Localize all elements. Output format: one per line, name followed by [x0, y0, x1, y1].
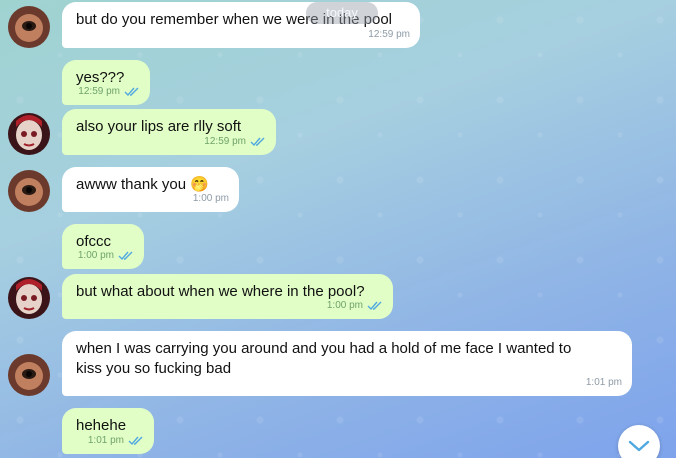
contact-avatar[interactable]	[8, 170, 50, 212]
incoming-message[interactable]: awww thank you 🤭 1:00 pm	[62, 167, 239, 212]
message-list[interactable]: but do you remember when we were in the …	[0, 0, 676, 458]
chevron-down-icon	[628, 440, 650, 452]
double-check-icon	[128, 436, 143, 446]
double-check-icon	[124, 87, 139, 97]
contact-avatar[interactable]	[8, 6, 50, 48]
incoming-message[interactable]: when I was carrying you around and you h…	[62, 331, 632, 396]
outgoing-message[interactable]: ofccc 1:00 pm	[62, 224, 144, 269]
message-time: 12:59 pm	[368, 29, 410, 40]
contact-avatar[interactable]	[8, 354, 50, 396]
outgoing-message[interactable]: but what about when we where in the pool…	[62, 274, 393, 319]
message-time: 1:01 pm	[87, 435, 124, 446]
date-pill: today	[306, 2, 378, 24]
message-time: 12:59 pm	[78, 86, 120, 97]
outgoing-message[interactable]: yes??? 12:59 pm	[62, 60, 150, 105]
user-avatar[interactable]	[8, 113, 50, 155]
message-time: 12:59 pm	[204, 136, 246, 147]
message-time: 1:00 pm	[192, 193, 229, 204]
double-check-icon	[118, 251, 133, 261]
outgoing-message[interactable]: also your lips are rlly soft 12:59 pm	[62, 109, 276, 155]
message-text: but what about when we where in the pool…	[76, 283, 365, 300]
message-text: awww thank you 🤭	[76, 176, 209, 193]
double-check-icon	[250, 137, 265, 147]
message-time: 1:00 pm	[326, 300, 363, 311]
message-text: when I was carrying you around and you h…	[76, 340, 572, 377]
user-avatar[interactable]	[8, 277, 50, 319]
double-check-icon	[367, 301, 382, 311]
message-time: 1:00 pm	[77, 250, 114, 261]
outgoing-message[interactable]: hehehe 1:01 pm	[62, 408, 154, 454]
message-time: 1:01 pm	[585, 377, 622, 388]
